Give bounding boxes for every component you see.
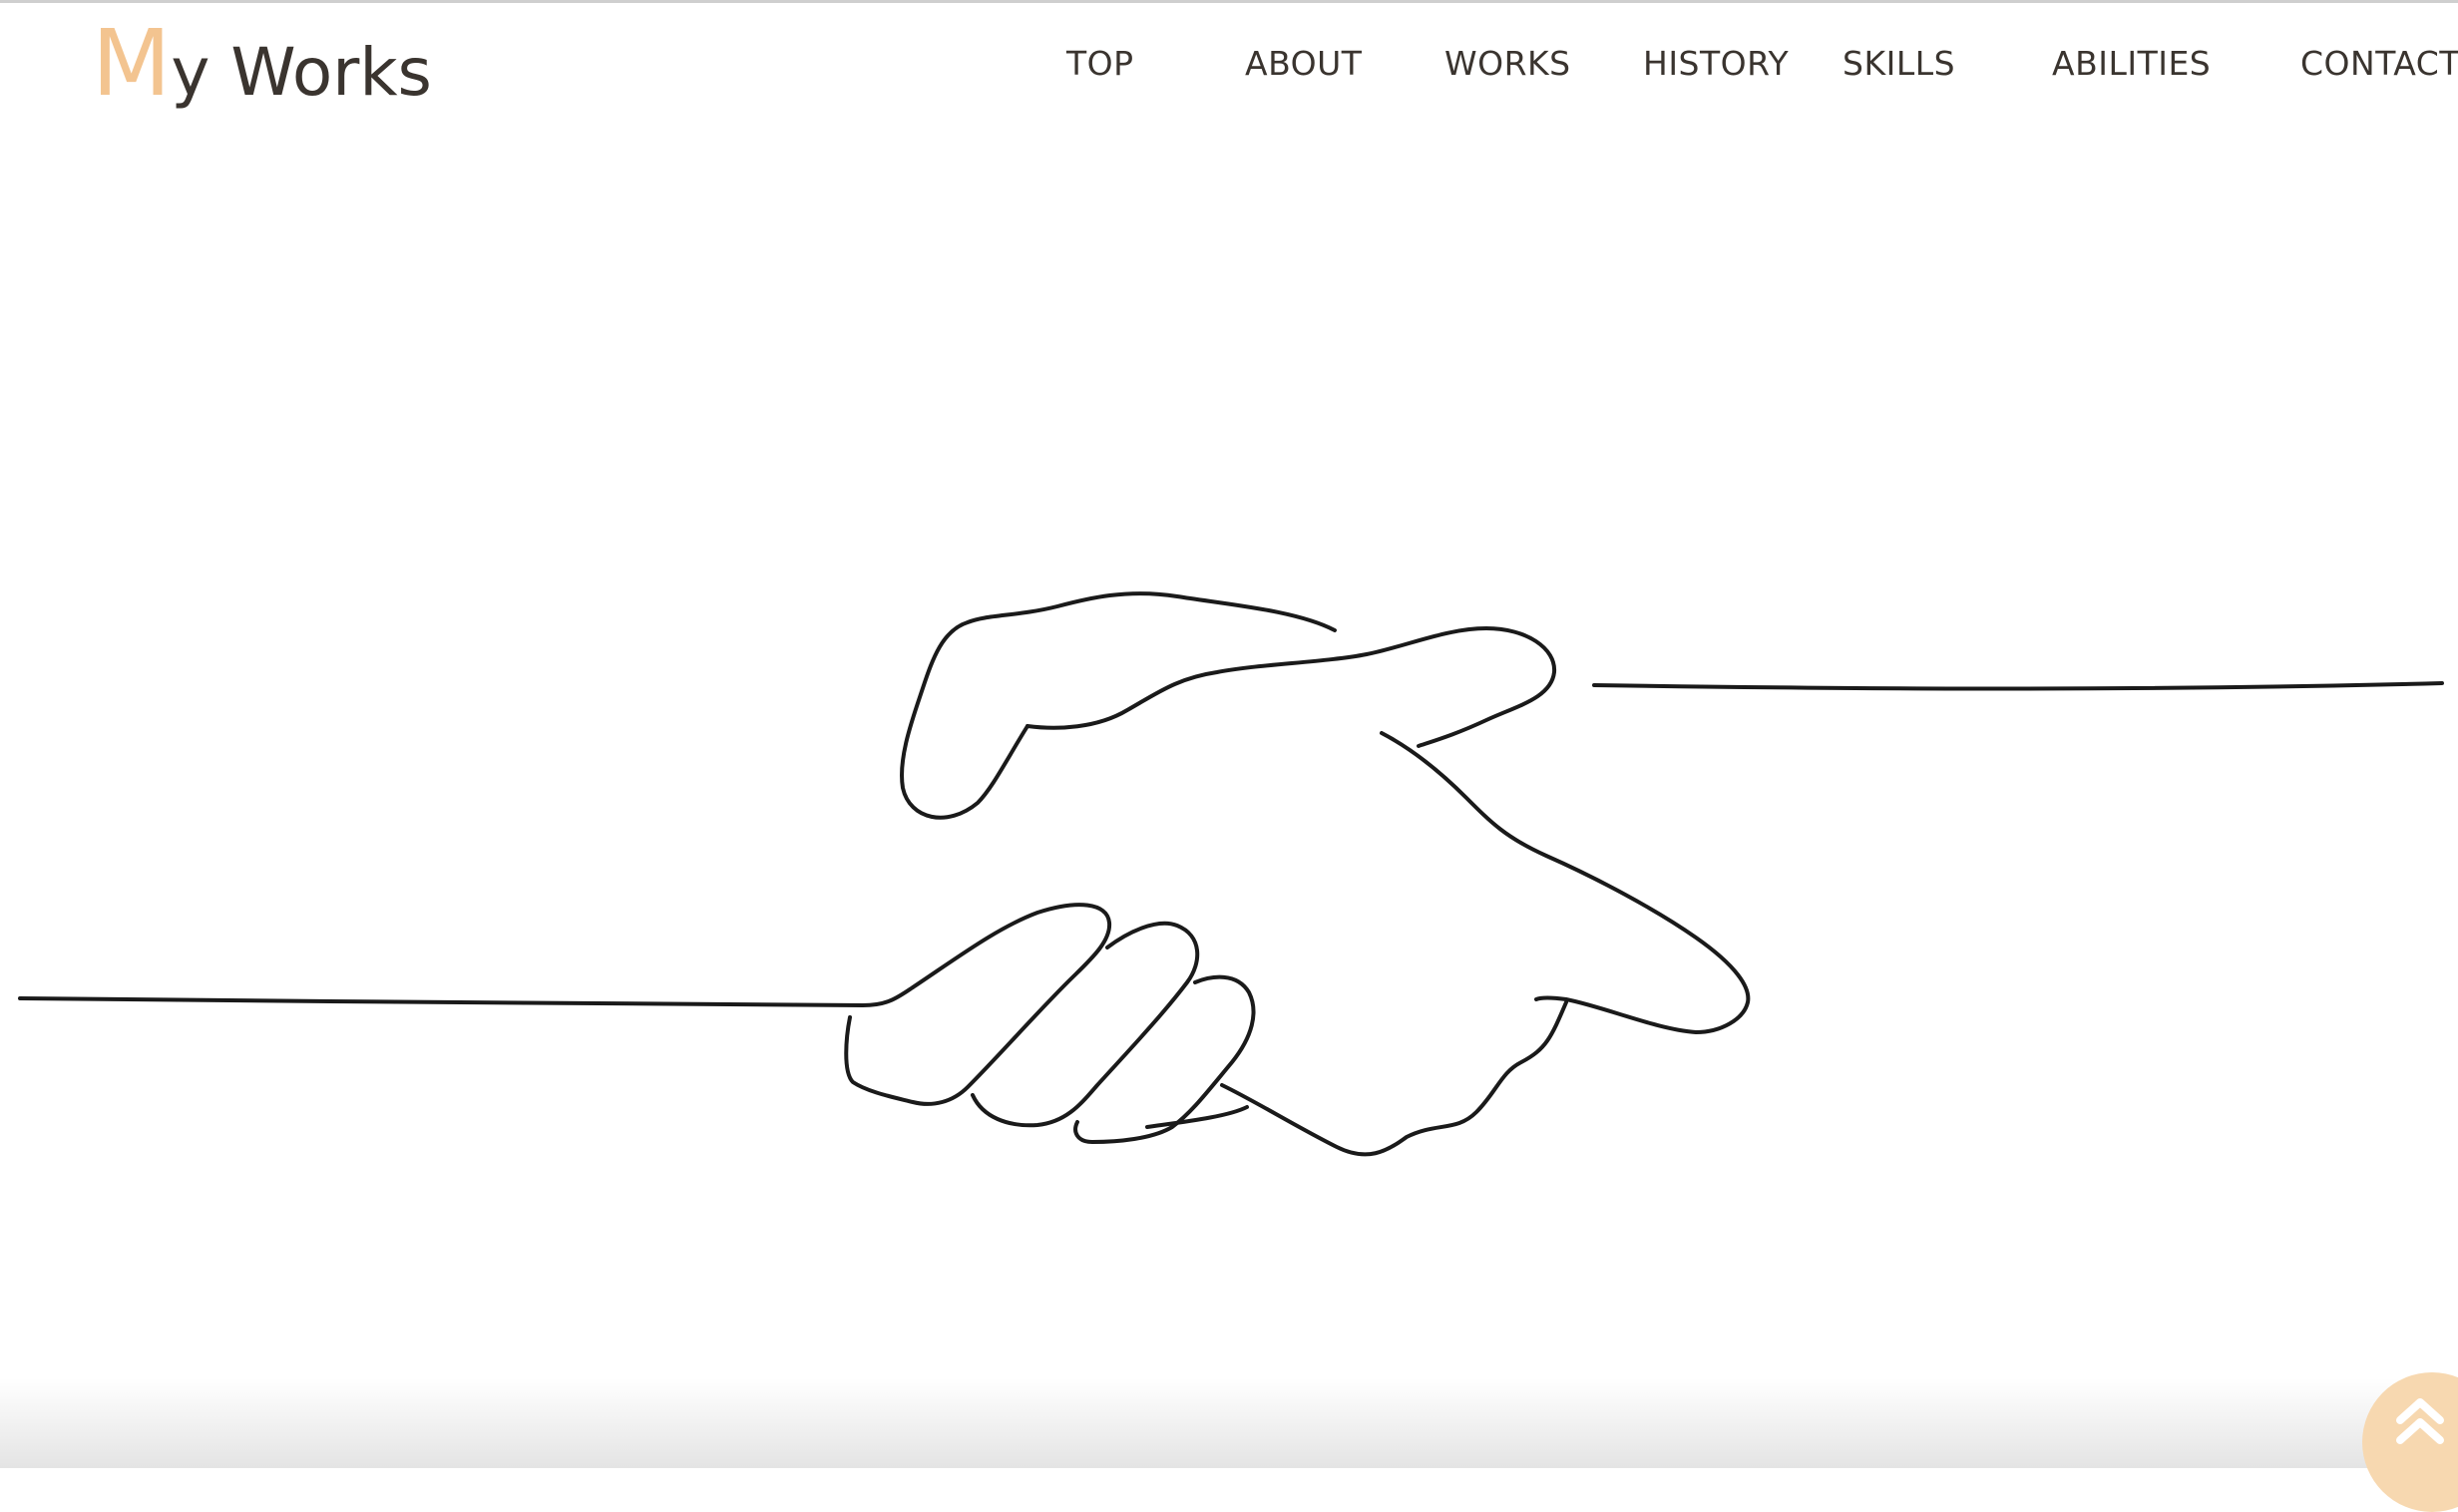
nav-item-skills[interactable]: SKILLS xyxy=(1843,40,1955,88)
lower-hand-finger-3 xyxy=(1073,974,1256,1144)
top-border xyxy=(0,0,2458,3)
upper-hand-thumb xyxy=(1025,626,1557,748)
nav-item-works[interactable]: WORKS xyxy=(1444,40,1571,88)
nav-item-history[interactable]: HISTORY xyxy=(1643,40,1789,88)
main-nav: TOP ABOUT WORKS HISTORY SKILLS ABILITIES… xyxy=(0,40,2458,90)
double-chevron-up-icon xyxy=(2396,1398,2444,1444)
nav-item-top[interactable]: TOP xyxy=(1066,40,1134,88)
nav-item-about[interactable]: ABOUT xyxy=(1245,40,1362,88)
right-arm-line xyxy=(1592,681,2444,691)
upper-hand-palm-edge xyxy=(1380,731,1751,1034)
lower-hand-bottom xyxy=(1145,1000,1568,1157)
bottom-fade xyxy=(0,1378,2458,1468)
nav-item-contact[interactable]: CONTACT xyxy=(2300,40,2458,88)
lower-hand-finger-2 xyxy=(971,921,1200,1128)
hero-illustration xyxy=(0,130,2458,1346)
upper-hand-back xyxy=(900,591,1337,820)
nav-item-abilities[interactable]: ABILITIES xyxy=(2052,40,2211,88)
handshake-illustration xyxy=(18,591,2444,1157)
left-arm-line xyxy=(18,985,915,1007)
